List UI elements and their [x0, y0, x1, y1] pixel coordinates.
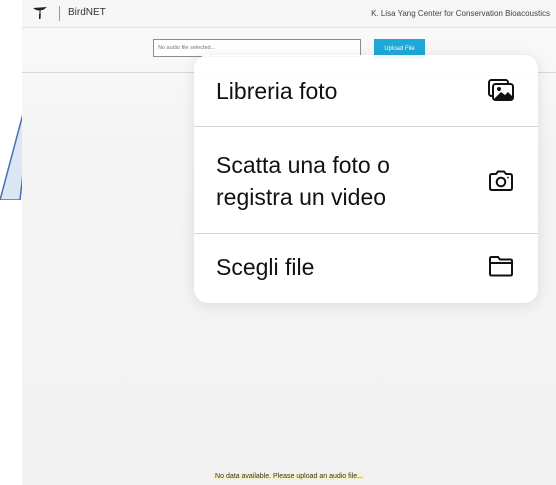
menu-item-label: Libreria foto: [216, 78, 338, 104]
menu-item-label-line1: Scatta una foto o: [216, 152, 390, 178]
status-message: No data available. Please upload an audi…: [22, 473, 556, 480]
camera-icon: [489, 170, 513, 191]
photo-library-icon: [488, 79, 514, 101]
menu-item-choose-file[interactable]: Scegli file: [194, 234, 538, 303]
header-bar: BirdNET K. Lisa Yang Center for Conserva…: [22, 0, 556, 28]
birdnet-logo-icon[interactable]: [32, 4, 48, 20]
menu-item-photo-library[interactable]: Libreria foto: [194, 55, 538, 125]
menu-item-label: Scegli file: [216, 254, 315, 280]
app-name[interactable]: BirdNET: [68, 7, 106, 18]
menu-item-take-photo-video[interactable]: Scatta una foto o registra un video: [194, 127, 538, 232]
organization-name: K. Lisa Yang Center for Conservation Bio…: [371, 9, 550, 18]
folder-icon: [489, 256, 513, 277]
menu-item-label-line2: registra un video: [216, 184, 387, 210]
file-picker-menu: Libreria foto Scatta una foto o registra…: [194, 55, 538, 303]
status-text: No data available. Please upload an audi…: [214, 473, 364, 480]
header-separator: [59, 6, 60, 21]
left-margin: [0, 0, 22, 485]
